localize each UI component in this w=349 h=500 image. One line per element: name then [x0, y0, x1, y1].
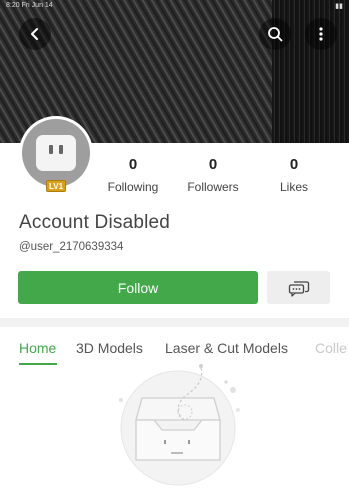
battery-icon: ▮▮ — [335, 3, 343, 10]
following-count: 0 — [128, 156, 138, 173]
robot-avatar-icon — [36, 135, 76, 171]
tab-laser-cut-models[interactable]: Laser & Cut Models — [165, 340, 288, 356]
followers-count: 0 — [208, 156, 218, 173]
search-button[interactable] — [259, 18, 291, 50]
avatar[interactable] — [19, 116, 93, 190]
follow-button[interactable]: Follow — [18, 271, 258, 304]
section-divider — [0, 318, 349, 327]
chevron-left-icon — [31, 28, 38, 40]
avatar-image — [22, 119, 90, 187]
empty-inbox-icon — [119, 364, 240, 486]
followers-label: Followers — [187, 180, 239, 194]
status-date-text: Fri Jun 14 — [21, 2, 53, 9]
likes-count: 0 — [289, 156, 299, 173]
tab-home[interactable]: Home — [19, 340, 56, 356]
message-button[interactable] — [267, 271, 330, 304]
stat-followers[interactable]: 0 Followers — [178, 156, 248, 194]
search-icon — [268, 27, 283, 42]
level-badge: LV1 — [46, 180, 66, 192]
status-bar: 8:20 Fri Jun 14 ▮▮ — [0, 0, 349, 12]
following-label: Following — [107, 180, 159, 194]
likes-label: Likes — [279, 180, 308, 194]
stat-likes[interactable]: 0 Likes — [259, 156, 329, 194]
status-time: 8:20 Fri Jun 14 — [6, 2, 53, 10]
status-time-text: 8:20 — [6, 2, 20, 9]
active-tab-indicator — [19, 363, 57, 365]
more-vertical-icon — [319, 27, 323, 41]
username: @user_2170639334 — [19, 241, 124, 253]
tab-3d-models[interactable]: 3D Models — [76, 340, 143, 356]
back-button[interactable] — [19, 18, 51, 50]
account-name: Account Disabled — [19, 212, 171, 233]
tab-collections[interactable]: Colle — [315, 340, 347, 356]
more-button[interactable] — [305, 18, 337, 50]
chat-bubbles-icon — [288, 280, 309, 297]
stat-following[interactable]: 0 Following — [98, 156, 168, 194]
